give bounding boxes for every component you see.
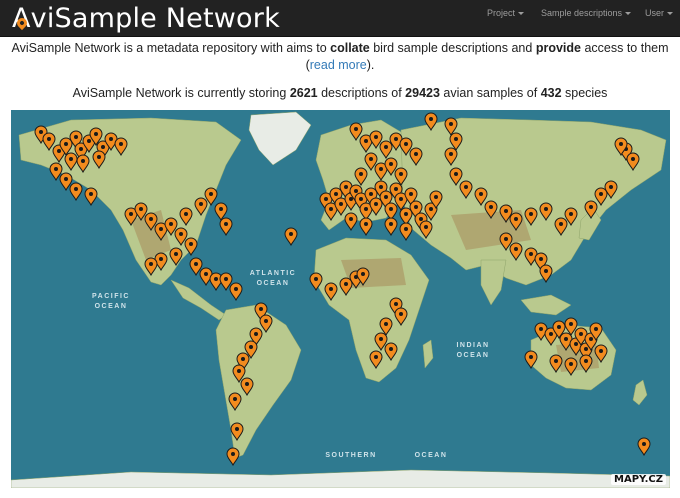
ocean-label: OCEAN <box>257 280 290 287</box>
species-count: 432 <box>540 86 562 100</box>
world-map-canvas[interactable]: ATLANTIC OCEAN PACIFIC OCEAN INDIAN OCEA… <box>11 110 670 488</box>
top-navbar: AviSample Network Project Sample descrip… <box>0 0 680 37</box>
nav-user-dropdown[interactable]: User <box>645 0 674 36</box>
statistics-text: AviSample Network is currently storing 2… <box>72 86 608 100</box>
descriptions-count: 2621 <box>289 86 318 100</box>
ocean-label: ATLANTIC <box>250 270 296 277</box>
samples-count: 29423 <box>405 86 440 100</box>
nav-sample-descriptions-dropdown[interactable]: Sample descriptions <box>541 0 632 36</box>
read-more-link[interactable]: read more <box>310 58 367 72</box>
brand-name-rest: viSample Network <box>30 3 280 34</box>
ocean-label: SOUTHERN <box>325 452 376 459</box>
world-map[interactable]: ATLANTIC OCEAN PACIFIC OCEAN INDIAN OCEA… <box>11 110 670 488</box>
ocean-label: INDIAN <box>456 342 489 349</box>
caret-down-icon <box>518 12 525 16</box>
caret-down-icon <box>667 12 674 16</box>
map-attribution-logo[interactable]: MAPY.CZ <box>611 474 666 485</box>
brand-logo[interactable]: AviSample Network <box>12 0 280 36</box>
intro-text: AviSample Network is a metadata reposito… <box>11 41 669 72</box>
caret-down-icon <box>625 12 632 16</box>
map-pin-icon <box>14 15 30 31</box>
brand-pin-letter: A <box>12 0 31 37</box>
nav-project-dropdown[interactable]: Project <box>487 0 525 36</box>
ocean-label: OCEAN <box>457 352 490 359</box>
ocean-label: OCEAN <box>415 452 448 459</box>
ocean-label: PACIFIC <box>92 293 130 300</box>
ocean-label: OCEAN <box>95 303 128 310</box>
